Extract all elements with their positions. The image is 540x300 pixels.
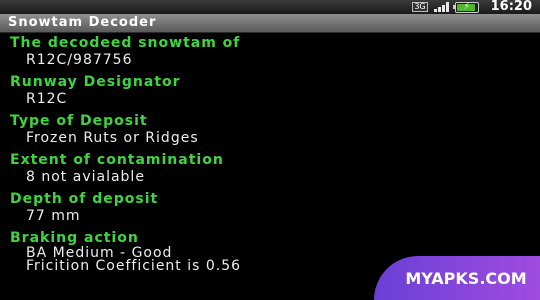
watermark-text: MYAPKS.COM [405, 268, 527, 288]
status-icons: 3G ⚡ 16:20 [412, 0, 532, 14]
field-value: Frozen Ruts or Ridges [26, 130, 199, 146]
field-value: R12C [26, 91, 68, 107]
field-value-line-2: Fricition Coefficient is 0.56 [26, 258, 242, 274]
field-label: Depth of deposit [10, 191, 159, 207]
field-label: Type of Deposit [10, 113, 148, 129]
status-bar: 3G ⚡ 16:20 [0, 0, 540, 14]
watermark-banner: MYAPKS.COM [374, 256, 540, 300]
battery-charging-icon: ⚡ [452, 1, 479, 13]
status-clock: 16:20 [490, 0, 532, 14]
network-type-badge: 3G [412, 2, 428, 12]
field-braking-action: Braking action BA Medium - Good Fricitio… [0, 229, 241, 273]
field-depth-of-deposit: Depth of deposit 77 mm [0, 190, 158, 225]
signal-bars-icon [433, 2, 449, 12]
field-value: 77 mm [26, 208, 81, 224]
app-title: Snowtam Decoder [8, 15, 157, 30]
field-runway-designator: Runway Designator R12C [0, 73, 181, 108]
field-label: The decodeed snowtam of [10, 35, 241, 51]
field-type-of-deposit: Type of Deposit Frozen Ruts or Ridges [0, 112, 199, 147]
field-extent-of-contamination: Extent of contamination 8 not avialable [0, 151, 224, 186]
charging-bolt-icon: ⚡ [463, 1, 470, 12]
field-snowtam-id: The decodeed snowtam of R12C/987756 [0, 34, 240, 69]
field-label: Extent of contamination [10, 152, 224, 168]
app-screen: 3G ⚡ 16:20 Snowtam Decoder The decodeed … [0, 0, 540, 300]
app-title-bar: Snowtam Decoder [0, 14, 540, 33]
field-value: R12C/987756 [26, 52, 133, 68]
field-value: 8 not avialable [26, 169, 145, 185]
field-label: Runway Designator [10, 74, 181, 90]
